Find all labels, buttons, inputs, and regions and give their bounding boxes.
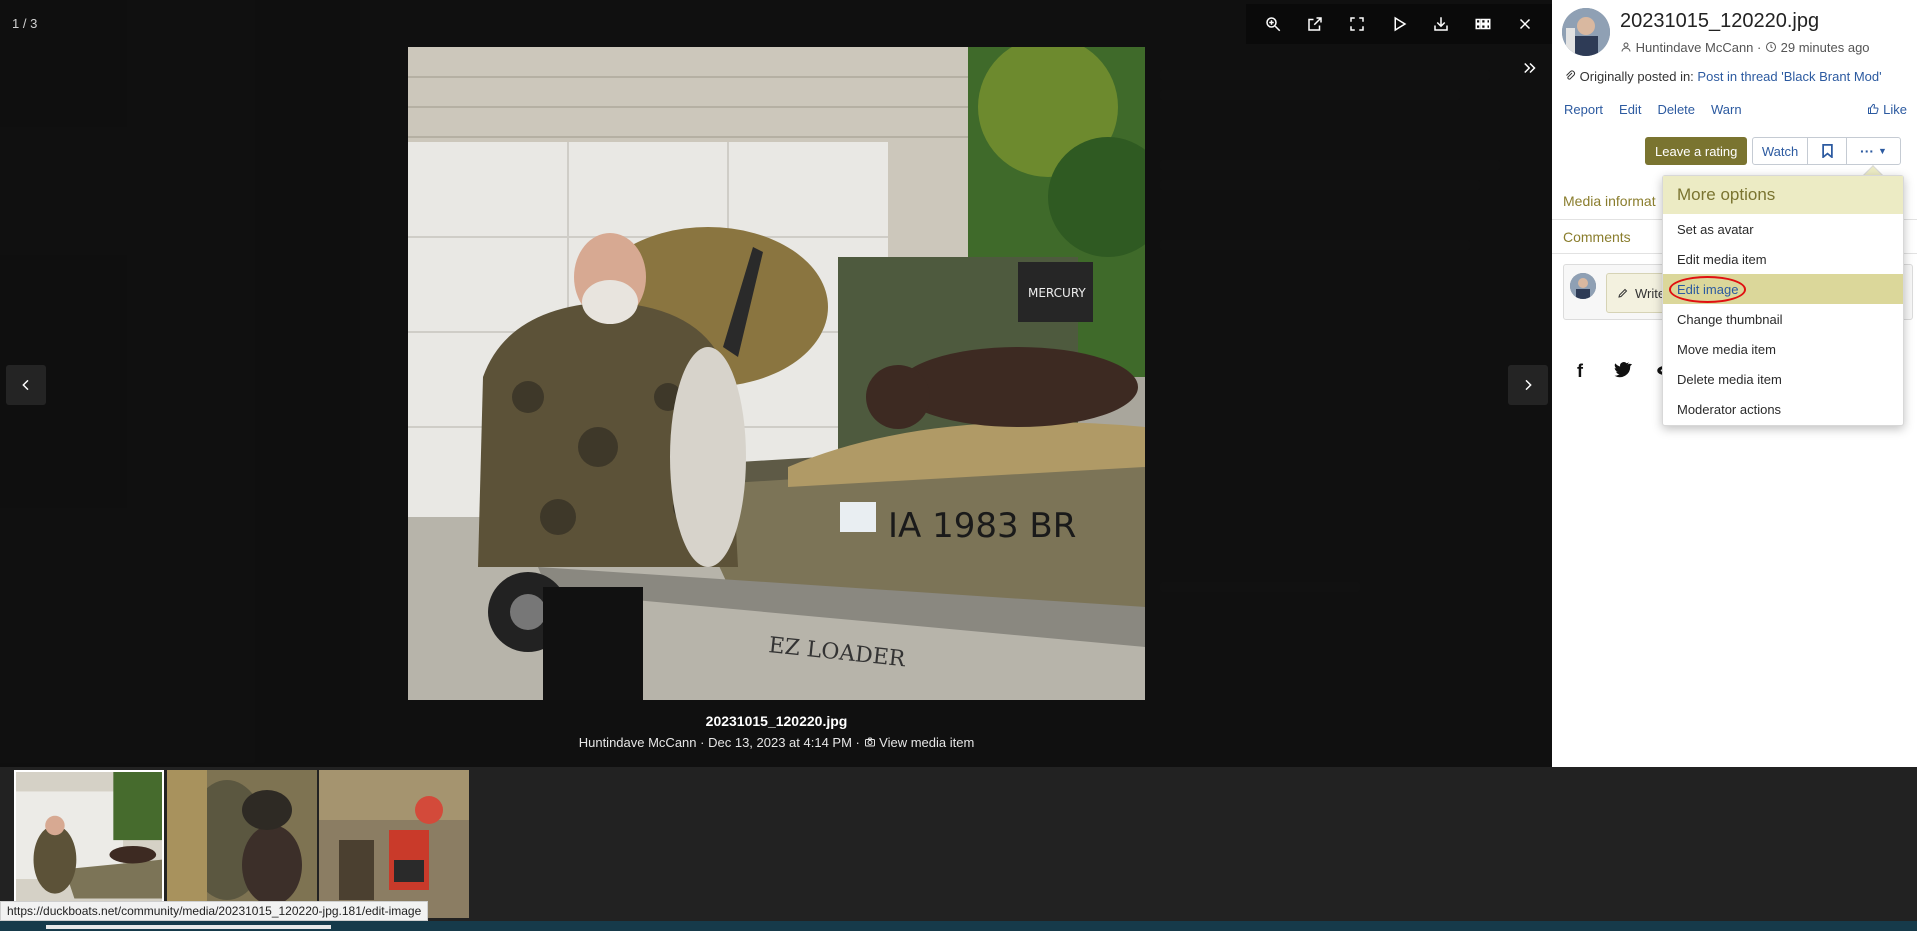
thumbnail-1[interactable] (14, 770, 164, 918)
menu-item-moderator-actions[interactable]: Moderator actions (1663, 394, 1903, 424)
pencil-icon (1618, 288, 1628, 298)
fullscreen-icon[interactable] (1340, 7, 1374, 41)
menu-item-set-as-avatar[interactable]: Set as avatar (1663, 214, 1903, 244)
like-label: Like (1883, 102, 1907, 117)
author-link[interactable]: Huntindave McCann (1636, 40, 1754, 55)
avatar[interactable] (1562, 8, 1610, 56)
like-button[interactable]: Like (1867, 102, 1907, 117)
lightbox-toolbar (1246, 4, 1552, 44)
facebook-icon[interactable]: f (1570, 361, 1590, 382)
lightbox-stage: 1 / 3 MERCURY IA 1983 BR EZ LOADER 20231… (0, 0, 1552, 767)
delete-link[interactable]: Delete (1657, 102, 1695, 117)
thumbnail-strip (0, 767, 1917, 921)
bookmark-button[interactable] (1807, 137, 1847, 165)
chevron-left-icon (22, 379, 29, 391)
menu-item-change-thumbnail[interactable]: Change thumbnail (1663, 304, 1903, 334)
svg-text:IA 1983 BR: IA 1983 BR (888, 506, 1076, 546)
caption-title: 20231015_120220.jpg (705, 713, 848, 729)
slideshow-play-icon[interactable] (1382, 7, 1416, 41)
share-icons: f (1570, 360, 1674, 383)
watch-button[interactable]: Watch (1752, 137, 1808, 165)
caption-meta: Huntindave McCann · Dec 13, 2023 at 4:14… (408, 735, 1145, 750)
comment-placeholder: Write (1635, 285, 1666, 301)
menu-header: More options (1663, 176, 1903, 214)
taskbar-strip (0, 921, 1917, 931)
tab-media-information[interactable]: Media informat (1563, 193, 1656, 209)
media-meta: Huntindave McCann · 29 minutes ago (1620, 40, 1870, 55)
status-bar-url: https://duckboats.net/community/media/20… (0, 901, 429, 921)
thumbnail-2[interactable] (167, 770, 317, 918)
user-icon (1620, 40, 1632, 55)
more-options-button[interactable]: ··· ▼ (1846, 137, 1901, 165)
caption-date: Dec 13, 2023 at 4:14 PM (708, 735, 852, 750)
twitter-icon[interactable] (1612, 360, 1632, 383)
media-actions: Report Edit Delete Warn (1564, 102, 1742, 117)
separator: · (855, 735, 860, 750)
thumbs-up-icon (1867, 102, 1879, 117)
clock-icon (1765, 40, 1777, 55)
zoom-in-icon[interactable] (1256, 7, 1290, 41)
warn-link[interactable]: Warn (1711, 102, 1742, 117)
originally-posted: Originally posted in: Post in thread 'Bl… (1564, 69, 1882, 84)
thread-link[interactable]: Post in thread 'Black Brant Mod' (1697, 69, 1881, 84)
collapse-sidebar-icon[interactable] (1514, 52, 1546, 84)
next-image-button[interactable] (1508, 365, 1548, 405)
time-ago: 29 minutes ago (1780, 40, 1870, 55)
image-counter: 1 / 3 (12, 16, 38, 31)
separator: · (700, 735, 705, 750)
open-new-window-icon[interactable] (1298, 7, 1332, 41)
view-media-item-link[interactable]: View media item (879, 735, 974, 750)
camera-icon (864, 735, 876, 750)
thumbnails-grid-icon[interactable] (1466, 7, 1500, 41)
report-link[interactable]: Report (1564, 102, 1603, 117)
menu-item-edit-media-item[interactable]: Edit media item (1663, 244, 1903, 274)
media-title: 20231015_120220.jpg (1620, 10, 1820, 32)
caption-author[interactable]: Huntindave McCann (579, 735, 697, 750)
more-options-menu: More options Set as avatar Edit media it… (1662, 175, 1904, 426)
more-options-label: ··· (1860, 143, 1875, 159)
menu-item-edit-image[interactable]: Edit image (1663, 274, 1903, 304)
close-icon[interactable] (1508, 7, 1542, 41)
menu-item-move-media-item[interactable]: Move media item (1663, 334, 1903, 364)
leave-rating-button[interactable]: Leave a rating (1645, 137, 1748, 165)
caret-down-icon: ▼ (1878, 146, 1887, 156)
main-photo[interactable]: MERCURY IA 1983 BR EZ LOADER (408, 47, 1145, 700)
download-icon[interactable] (1424, 7, 1458, 41)
posted-label: Originally posted in: (1579, 69, 1694, 84)
taskbar-segment (46, 925, 331, 929)
menu-item-delete-media-item[interactable]: Delete media item (1663, 364, 1903, 394)
paperclip-icon (1564, 69, 1576, 84)
tab-comments[interactable]: Comments (1563, 229, 1631, 245)
bookmark-icon (1821, 144, 1833, 158)
thumbnail-3[interactable] (319, 770, 469, 918)
separator: · (1757, 40, 1762, 55)
previous-image-button[interactable] (6, 365, 46, 405)
svg-text:MERCURY: MERCURY (1028, 286, 1086, 300)
edit-link[interactable]: Edit (1619, 102, 1641, 117)
avatar (1570, 273, 1596, 299)
chevron-right-icon (1525, 379, 1532, 391)
